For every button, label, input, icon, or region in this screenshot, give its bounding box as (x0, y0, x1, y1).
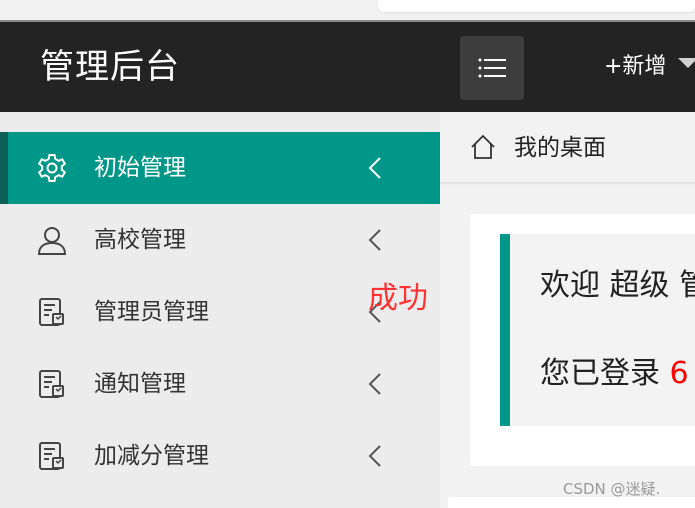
hamburger-icon (478, 58, 506, 78)
welcome-quote: 欢迎 超级 管 您已登录 6 (500, 234, 695, 426)
user-icon (37, 227, 67, 255)
home-icon[interactable] (470, 134, 496, 160)
app-logo: 管理后台 (40, 47, 180, 87)
sidebar-item-label: 通知管理 (94, 371, 186, 397)
chevron-left-icon (368, 157, 381, 179)
tab-bar: 我的桌面 (440, 112, 695, 184)
gear-icon (37, 154, 67, 182)
chevron-left-icon (368, 445, 381, 467)
chevron-left-icon (368, 373, 381, 395)
sidebar-item-points-management[interactable]: 加减分管理 (0, 420, 440, 492)
top-strip (0, 0, 695, 22)
document-icon (39, 370, 64, 398)
add-new-dropdown[interactable]: +新增 (604, 50, 695, 84)
sidebar-item-label: 高校管理 (94, 227, 186, 253)
header: 管理后台 +新增 (0, 22, 695, 112)
tab-my-desktop[interactable]: 我的桌面 (514, 132, 606, 164)
sidebar-item-initial-management[interactable]: 初始管理 (0, 132, 440, 204)
sidebar-item-label: 加减分管理 (94, 443, 209, 469)
sidebar-item-label: 管理员管理 (94, 299, 209, 325)
sidebar-item-notice-management[interactable]: 通知管理 (0, 348, 440, 420)
login-count: 6 (669, 356, 689, 391)
document-icon (39, 298, 64, 326)
sidebar-item-label: 初始管理 (94, 155, 186, 181)
menu-toggle-button[interactable] (460, 36, 524, 100)
watermark: CSDN @迷疑. (563, 480, 661, 498)
main-content: 欢迎 超级 管 您已登录 6 (440, 186, 695, 508)
success-message: 成功 (368, 281, 428, 316)
welcome-card: 欢迎 超级 管 您已登录 6 (470, 214, 695, 466)
chevron-left-icon (368, 229, 381, 251)
sidebar-item-university-management[interactable]: 高校管理 (0, 204, 440, 276)
top-card-edge (378, 0, 695, 12)
caret-down-icon (678, 58, 695, 68)
document-icon (39, 442, 64, 470)
welcome-text: 欢迎 超级 管 (540, 268, 695, 303)
login-count-text: 您已登录 6 (540, 354, 689, 394)
login-prefix: 您已登录 (540, 356, 670, 391)
add-new-label: +新增 (604, 54, 667, 79)
